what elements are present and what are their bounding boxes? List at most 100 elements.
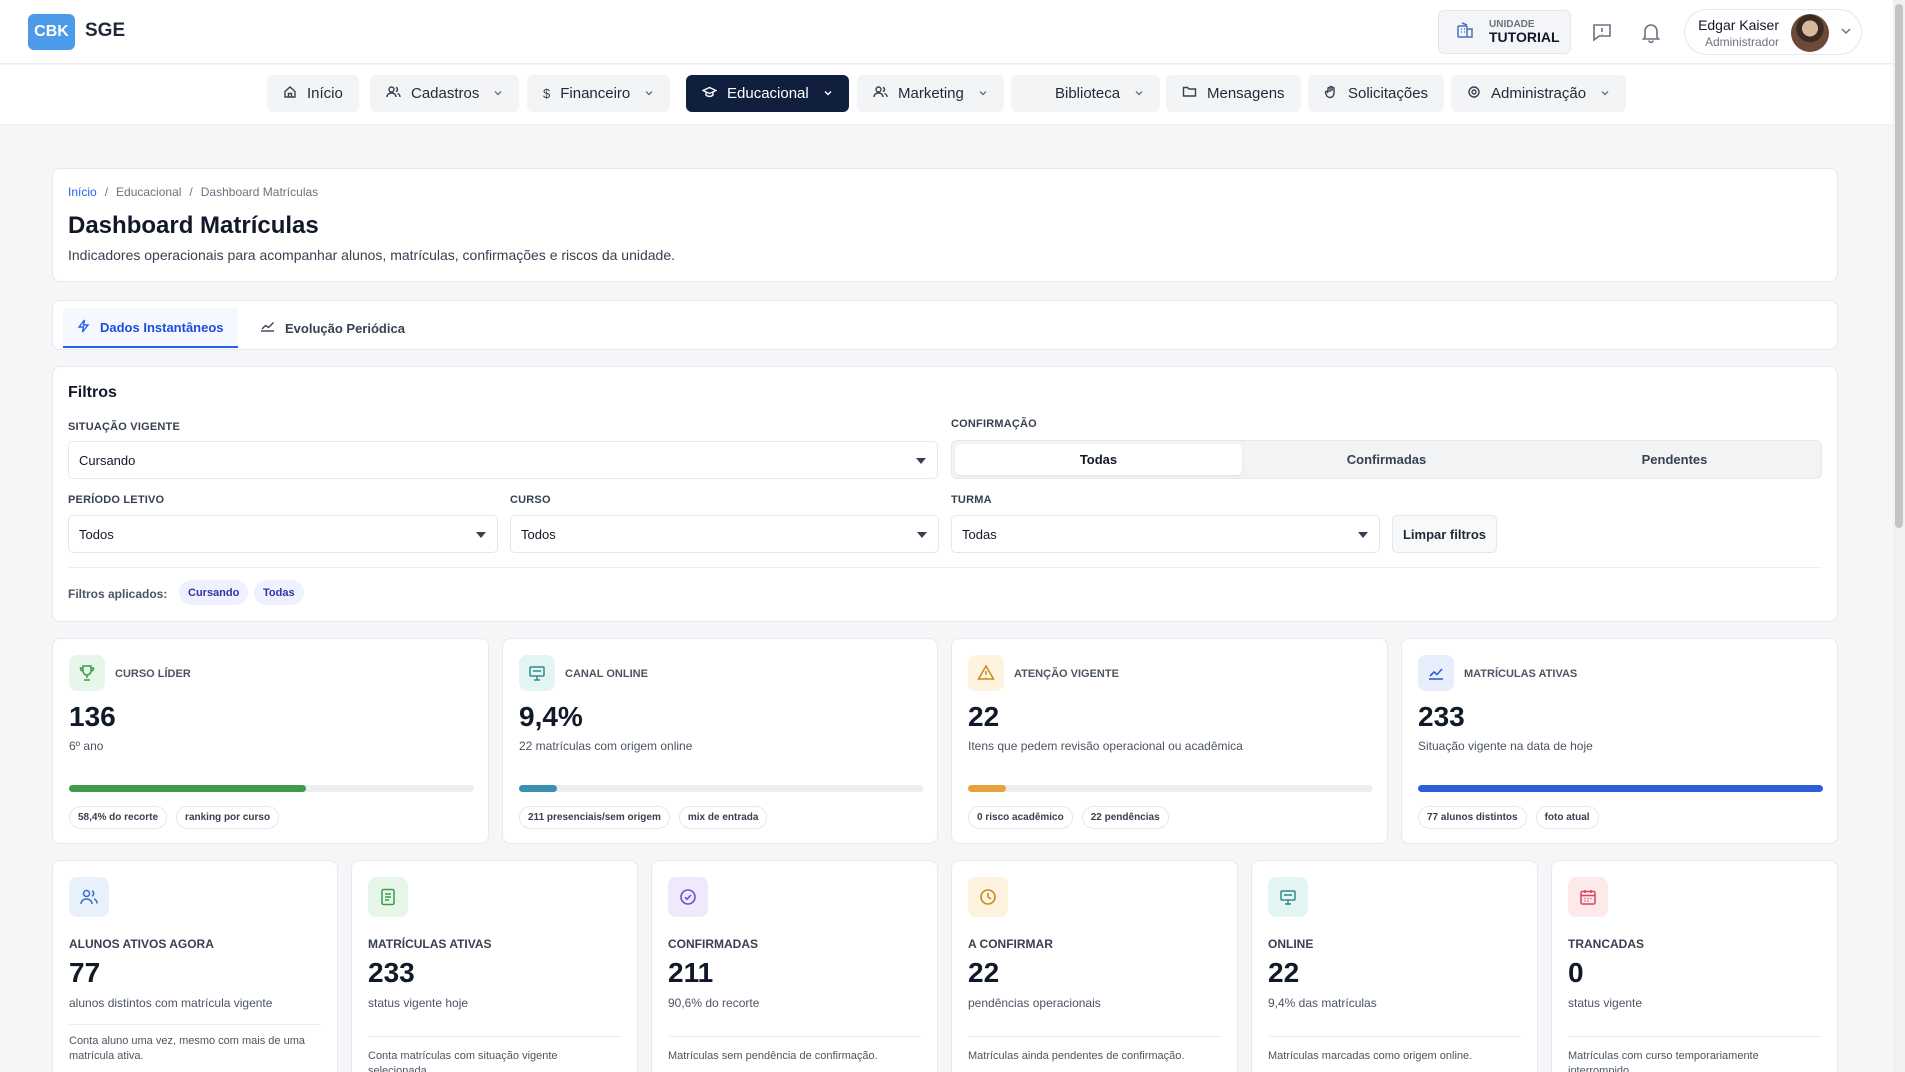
filters-card (52, 366, 1838, 622)
dollar-icon: $ (543, 86, 551, 101)
nav-item-cadastros[interactable]: Cadastros (370, 75, 520, 112)
nav-item-inicio[interactable]: Início (267, 75, 359, 112)
user-role: Administrador (1704, 35, 1779, 49)
stat-label: CONFIRMADAS (668, 937, 758, 951)
app-name: SGE (85, 20, 126, 41)
main-nav: Início Cadastros $ Financeiro Educaciona… (0, 65, 1893, 125)
scrollbar-thumb[interactable] (1895, 4, 1903, 528)
monitor-icon (519, 655, 555, 691)
curso-label: CURSO (510, 494, 551, 506)
kpi-tag: mix de entrada (678, 806, 768, 829)
divider (668, 1036, 921, 1037)
tab-label: Dados Instantâneos (100, 319, 224, 335)
divider (69, 1024, 321, 1025)
kpi-subtitle: Situação vigente na data de hoje (1418, 739, 1593, 753)
unit-selector[interactable]: UNIDADE TUTORIAL (1438, 10, 1571, 54)
caret-down-icon (1358, 532, 1368, 538)
stat-value: 0 (1568, 957, 1584, 988)
kpi-value: 233 (1418, 701, 1465, 732)
nav-label: Solicitações (1348, 85, 1429, 102)
stat-note: Conta matrículas com situação vigente se… (368, 1050, 558, 1072)
breadcrumb-link-inicio[interactable]: Início (68, 185, 97, 199)
folder-icon (1182, 85, 1197, 102)
kpi-tag: 211 presenciais/sem origem (519, 806, 670, 829)
user-menu[interactable]: Edgar Kaiser Administrador (1684, 9, 1862, 55)
stat-note: Matrículas sem pendência de confirmação. (668, 1050, 878, 1062)
settings-icon (1467, 85, 1481, 103)
stat-card-confirmadas: CONFIRMADAS 211 90,6% do recorte Matrícu… (651, 860, 938, 1072)
turma-value: Todas (962, 526, 997, 542)
periodo-select[interactable]: Todos (68, 515, 498, 553)
progress-bar (968, 785, 1373, 792)
progress-bar (519, 785, 923, 792)
nav-item-biblioteca[interactable]: Biblioteca (1011, 75, 1161, 112)
periodo-value: Todos (79, 526, 114, 542)
caret-down-icon (917, 532, 927, 538)
kpi-label: CANAL ONLINE (565, 668, 648, 680)
clear-filters-button[interactable]: Limpar filtros (1392, 515, 1497, 553)
curso-select[interactable]: Todos (510, 515, 939, 553)
segment-todas[interactable]: Todas (955, 444, 1242, 475)
breadcrumb-item[interactable]: Educacional (116, 185, 181, 199)
kpi-label: ATENÇÃO VIGENTE (1014, 668, 1119, 680)
kpi-tag: 0 risco acadêmico (968, 806, 1073, 829)
kpi-tag: 77 alunos distintos (1418, 806, 1527, 829)
stat-subtitle: 9,4% das matrículas (1268, 996, 1377, 1010)
stat-card-alunos-ativos: ALUNOS ATIVOS AGORA 77 alunos distintos … (52, 860, 338, 1072)
applied-filter-chip[interactable]: Cursando (179, 580, 249, 605)
brand-logo[interactable]: CBK (28, 14, 75, 50)
kpi-value: 22 (968, 701, 1000, 732)
stat-label: ALUNOS ATIVOS AGORA (69, 937, 214, 951)
kpi-label: CURSO LÍDER (115, 668, 191, 680)
applied-filters-label: Filtros aplicados: (68, 587, 168, 601)
progress-fill (1418, 785, 1823, 792)
stat-label: MATRÍCULAS ATIVAS (368, 937, 492, 951)
kpi-label: MATRÍCULAS ATIVAS (1464, 668, 1578, 680)
bell-icon[interactable] (1639, 20, 1663, 44)
chart-line-icon (260, 320, 275, 336)
nav-item-marketing[interactable]: Marketing (857, 75, 1004, 112)
page-scrollbar[interactable] (1893, 0, 1905, 1072)
top-header: CBK SGE UNIDADE TUTORIAL Edgar Kaiser Ad… (0, 0, 1893, 64)
nav-label: Biblioteca (1055, 85, 1121, 102)
message-icon[interactable] (1590, 20, 1614, 44)
users-icon (69, 877, 109, 917)
progress-fill (519, 785, 557, 792)
tab-dados-instantaneos[interactable]: Dados Instantâneos (63, 308, 238, 348)
applied-filter-chip[interactable]: Todas (254, 580, 304, 605)
stat-subtitle: pendências operacionais (968, 996, 1101, 1010)
kpi-subtitle: 6º ano (69, 739, 104, 753)
nav-item-administracao[interactable]: Administração (1451, 75, 1627, 112)
nav-item-educacional[interactable]: Educacional (686, 75, 849, 112)
stat-value: 77 (69, 957, 101, 988)
check-circle-icon (668, 877, 708, 917)
nav-label: Administração (1491, 85, 1587, 102)
situacao-select[interactable]: Cursando (68, 441, 938, 479)
turma-label: TURMA (951, 494, 992, 506)
stat-label: TRANCADAS (1568, 937, 1644, 951)
nav-label: Marketing (898, 85, 964, 102)
tab-evolucao-periodica[interactable]: Evolução Periódica (246, 308, 419, 348)
filters-title: Filtros (68, 384, 117, 401)
kpi-card-canal-online: CANAL ONLINE 9,4% 22 matrículas com orig… (502, 638, 938, 844)
nav-item-financeiro[interactable]: $ Financeiro (527, 75, 671, 112)
kpi-card-curso-lider: CURSO LÍDER 136 6º ano 58,4% do recorte … (52, 638, 489, 844)
trend-up-icon (1418, 655, 1454, 691)
nav-item-solicitacoes[interactable]: Solicitações (1308, 75, 1445, 112)
stat-card-a-confirmar: A CONFIRMAR 22 pendências operacionais M… (951, 860, 1238, 1072)
divider (68, 567, 1822, 568)
caret-down-icon (476, 532, 486, 538)
confirmacao-segmented-control: Todas Confirmadas Pendentes (951, 440, 1822, 479)
stat-note: Matrículas com curso temporariamente int… (1568, 1050, 1759, 1072)
segment-pendentes[interactable]: Pendentes (1531, 444, 1818, 475)
breadcrumb-current: Dashboard Matrículas (200, 185, 319, 199)
chevron-down-icon (493, 85, 503, 102)
warning-icon (968, 655, 1004, 691)
progress-bar (1418, 785, 1823, 792)
chevron-down-icon (1134, 85, 1144, 102)
turma-select[interactable]: Todas (951, 515, 1380, 553)
nav-label: Cadastros (411, 85, 480, 102)
segment-confirmadas[interactable]: Confirmadas (1243, 444, 1530, 475)
nav-label: Início (307, 85, 343, 102)
nav-item-mensagens[interactable]: Mensagens (1166, 75, 1301, 112)
